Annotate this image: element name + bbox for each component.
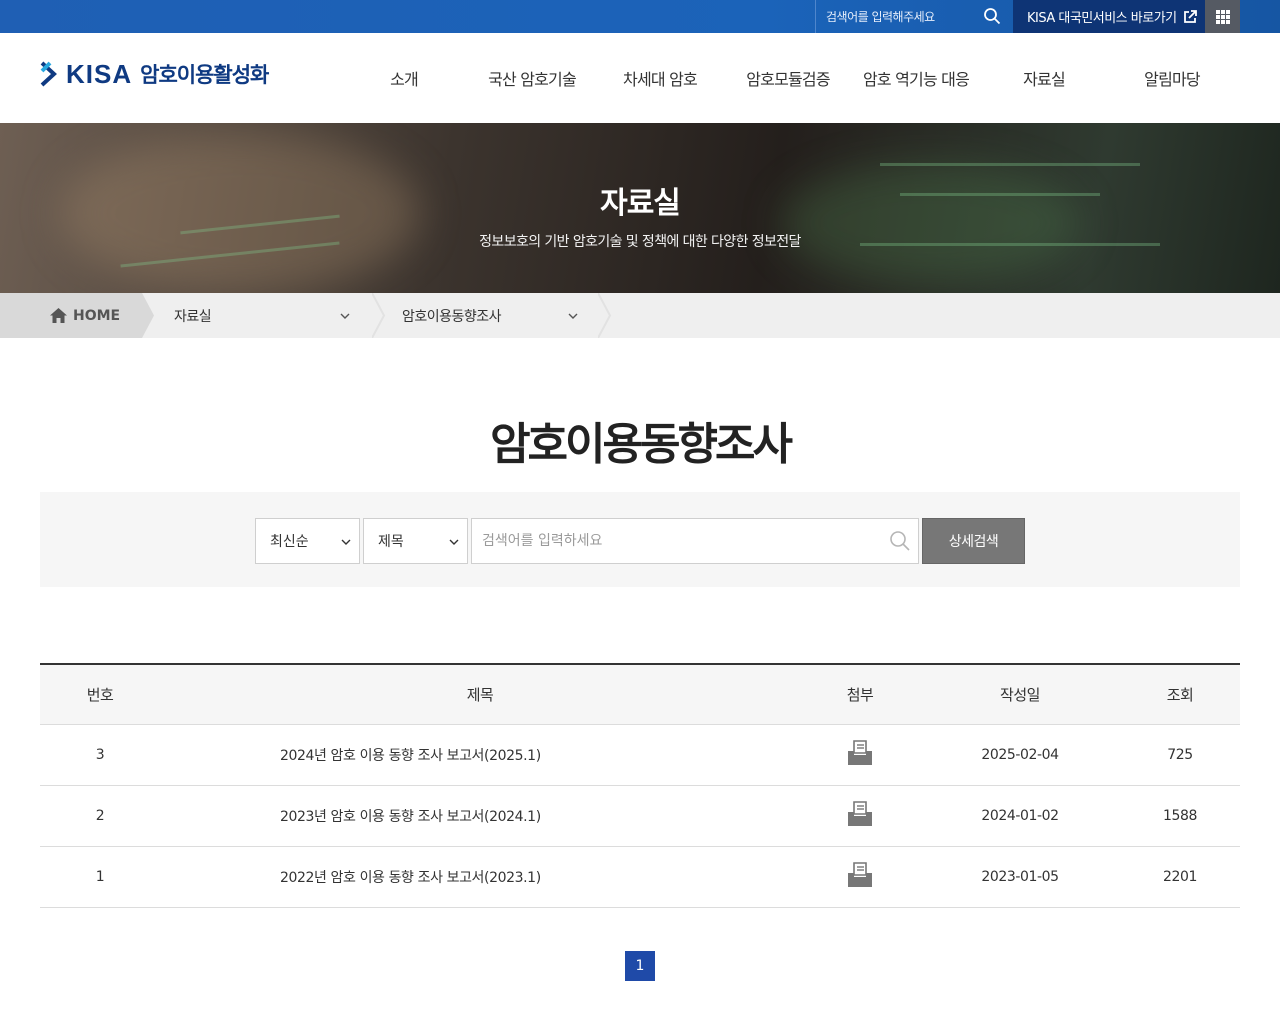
search-field-select-value: 제목	[378, 534, 404, 550]
table-row: 1 2022년 암호 이용 동향 조사 보고서(2023.1) 2023-01-…	[40, 846, 1240, 908]
kisa-link-label: KISA 대국민서비스 바로가기	[1027, 11, 1177, 26]
sub-visual-banner: 자료실 정보보호의 기반 암호기술 및 정책에 대한 다양한 정보전달	[0, 123, 1280, 293]
site-logo[interactable]: KISA 암호이용활성화	[40, 57, 269, 91]
banner-code-line	[880, 163, 1140, 166]
row-date: 2025-02-04	[920, 724, 1120, 786]
attachment-file-icon[interactable]	[846, 800, 874, 828]
site-header: KISA 암호이용활성화 소개 국산 암호기술 차세대 암호 암호모듈검증 암호…	[0, 33, 1280, 123]
attachment-file-icon[interactable]	[846, 739, 874, 767]
row-title-link[interactable]: 2022년 암호 이용 동향 조사 보고서(2023.1)	[160, 846, 800, 908]
board-table: 번호 제목 첨부 작성일 조회 3 2024년 암호 이용 동향 조사 보고서(…	[40, 663, 1240, 908]
column-header-date: 작성일	[920, 664, 1120, 725]
nav-item-notice[interactable]: 알림마당	[1108, 33, 1236, 123]
row-attachment[interactable]	[800, 724, 920, 786]
top-utility-bar: 검색어를 입력해주세요 KISA 대국민서비스 바로가기	[0, 0, 1280, 33]
board-search-box: 최신순 제목 상세검색	[40, 492, 1240, 587]
page-title: 암호이용동향조사	[490, 419, 793, 470]
external-link-icon	[1184, 10, 1197, 23]
column-header-file: 첨부	[800, 664, 920, 725]
home-icon	[50, 308, 67, 323]
breadcrumb-separator-icon	[372, 293, 386, 338]
column-header-views: 조회	[1120, 664, 1240, 725]
detail-search-button[interactable]: 상세검색	[922, 518, 1025, 564]
row-title-link[interactable]: 2024년 암호 이용 동향 조사 보고서(2025.1)	[160, 724, 800, 786]
row-date: 2023-01-05	[920, 846, 1120, 908]
chevron-down-icon	[341, 539, 351, 545]
row-views: 2201	[1120, 846, 1240, 908]
breadcrumb: HOME 자료실 암호이용동향조사	[0, 293, 1280, 338]
attachment-file-icon[interactable]	[846, 861, 874, 889]
table-row: 3 2024년 암호 이용 동향 조사 보고서(2025.1) 2025-02-…	[40, 724, 1240, 786]
top-search-field[interactable]: 검색어를 입력해주세요	[815, 0, 1013, 33]
row-number: 1	[40, 846, 160, 908]
row-title-link[interactable]: 2023년 암호 이용 동향 조사 보고서(2024.1)	[160, 785, 800, 847]
table-row: 2 2023년 암호 이용 동향 조사 보고서(2024.1) 2024-01-…	[40, 785, 1240, 847]
all-menu-button[interactable]	[1205, 0, 1240, 33]
nav-item-archive[interactable]: 자료실	[980, 33, 1108, 123]
row-number: 2	[40, 785, 160, 847]
nav-item-intro[interactable]: 소개	[340, 33, 468, 123]
kisa-logo-mark-icon	[40, 61, 57, 87]
search-field-select[interactable]: 제목	[363, 518, 468, 564]
logo-kisa-word: KISA	[66, 58, 133, 89]
row-views: 1588	[1120, 785, 1240, 847]
row-date: 2024-01-02	[920, 785, 1120, 847]
banner-title: 자료실	[600, 186, 681, 221]
breadcrumb-separator-icon	[142, 293, 154, 338]
sort-select-value: 최신순	[270, 534, 309, 550]
banner-subtitle: 정보보호의 기반 암호기술 및 정책에 대한 다양한 정보전달	[479, 234, 801, 250]
row-views: 725	[1120, 724, 1240, 786]
column-header-no: 번호	[40, 664, 160, 725]
logo-subtitle: 암호이용활성화	[140, 63, 269, 87]
breadcrumb-home[interactable]: HOME	[0, 293, 142, 338]
breadcrumb-level1-dropdown[interactable]: 자료실	[174, 293, 350, 338]
top-search-placeholder: 검색어를 입력해주세요	[826, 10, 935, 24]
sort-select[interactable]: 최신순	[255, 518, 360, 564]
breadcrumb-home-label: HOME	[73, 307, 121, 324]
main-navigation: 소개 국산 암호기술 차세대 암호 암호모듈검증 암호 역기능 대응 자료실 알…	[340, 33, 1236, 123]
kisa-public-service-link[interactable]: KISA 대국민서비스 바로가기	[1013, 0, 1205, 33]
breadcrumb-level1-label: 자료실	[174, 308, 212, 325]
nav-item-crypto-misuse[interactable]: 암호 역기능 대응	[852, 33, 980, 123]
nav-item-module-validation[interactable]: 암호모듈검증	[724, 33, 852, 123]
nav-item-domestic-crypto[interactable]: 국산 암호기술	[468, 33, 596, 123]
table-header-row: 번호 제목 첨부 작성일 조회	[40, 664, 1240, 725]
search-icon[interactable]	[983, 7, 1001, 25]
row-number: 3	[40, 724, 160, 786]
row-attachment[interactable]	[800, 846, 920, 908]
breadcrumb-level2-label: 암호이용동향조사	[402, 308, 502, 325]
chevron-down-icon	[340, 313, 350, 319]
breadcrumb-level2-dropdown[interactable]: 암호이용동향조사	[402, 293, 578, 338]
row-attachment[interactable]	[800, 785, 920, 847]
column-header-title: 제목	[160, 664, 800, 725]
nav-item-next-gen-crypto[interactable]: 차세대 암호	[596, 33, 724, 123]
grid-icon	[1215, 9, 1230, 24]
pagination-page-current[interactable]: 1	[625, 951, 655, 981]
search-icon[interactable]	[889, 530, 911, 552]
chevron-down-icon	[568, 313, 578, 319]
breadcrumb-separator-icon	[598, 293, 612, 338]
search-input[interactable]	[471, 518, 919, 564]
chevron-down-icon	[449, 539, 459, 545]
